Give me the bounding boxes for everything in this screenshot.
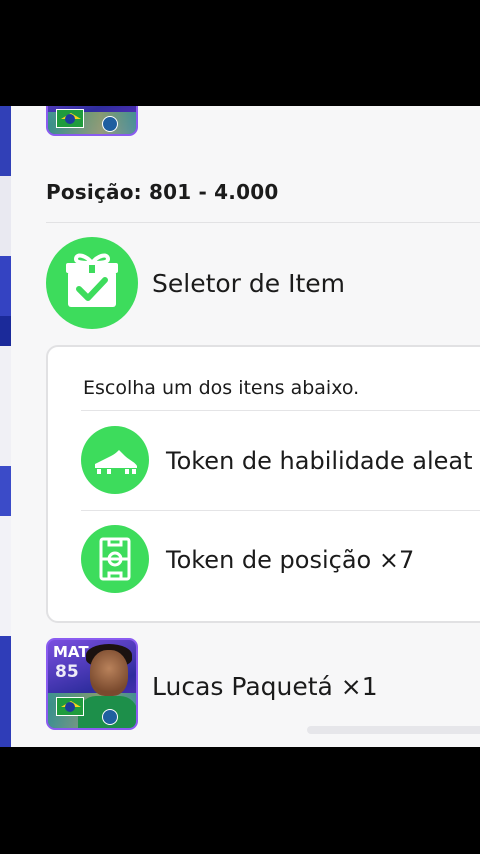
- item-choice-box: Escolha um dos itens abaixo. Token de ha…: [46, 345, 480, 623]
- choice-instructions: Escolha um dos itens abaixo.: [83, 377, 360, 399]
- position-range-title: Posição: 801 - 4.000: [46, 180, 279, 204]
- card-rating: 85: [55, 662, 79, 682]
- option-position-token[interactable]: Token de posição ×7: [166, 546, 414, 574]
- boot-icon: [81, 426, 149, 494]
- section-divider: [46, 222, 480, 223]
- player-card-paqueta[interactable]: MAT 85: [46, 638, 138, 730]
- club-badge-icon: [102, 709, 118, 725]
- item-selector-title: Seletor de Item: [152, 269, 346, 298]
- reward-panel[interactable]: Posição: 801 - 4.000 Seletor de Item Esc…: [11, 106, 480, 747]
- background-strip: [0, 106, 11, 747]
- player-card-previous[interactable]: [46, 106, 138, 136]
- club-badge-icon: [102, 116, 118, 132]
- gift-check-icon: [46, 237, 138, 329]
- pitch-icon: [81, 525, 149, 593]
- brazil-flag-icon: [56, 109, 84, 128]
- option-skill-token[interactable]: Token de habilidade aleat: [166, 447, 473, 475]
- player-reward-label: Lucas Paquetá ×1: [152, 672, 378, 701]
- player-face: [90, 650, 128, 696]
- brazil-flag-icon: [56, 697, 84, 716]
- letterbox-bottom: [0, 747, 480, 854]
- choice-divider: [81, 510, 480, 511]
- letterbox-top: [0, 0, 480, 106]
- choice-divider: [81, 410, 480, 411]
- scroll-indicator[interactable]: [307, 726, 480, 734]
- card-position: MAT: [53, 643, 89, 661]
